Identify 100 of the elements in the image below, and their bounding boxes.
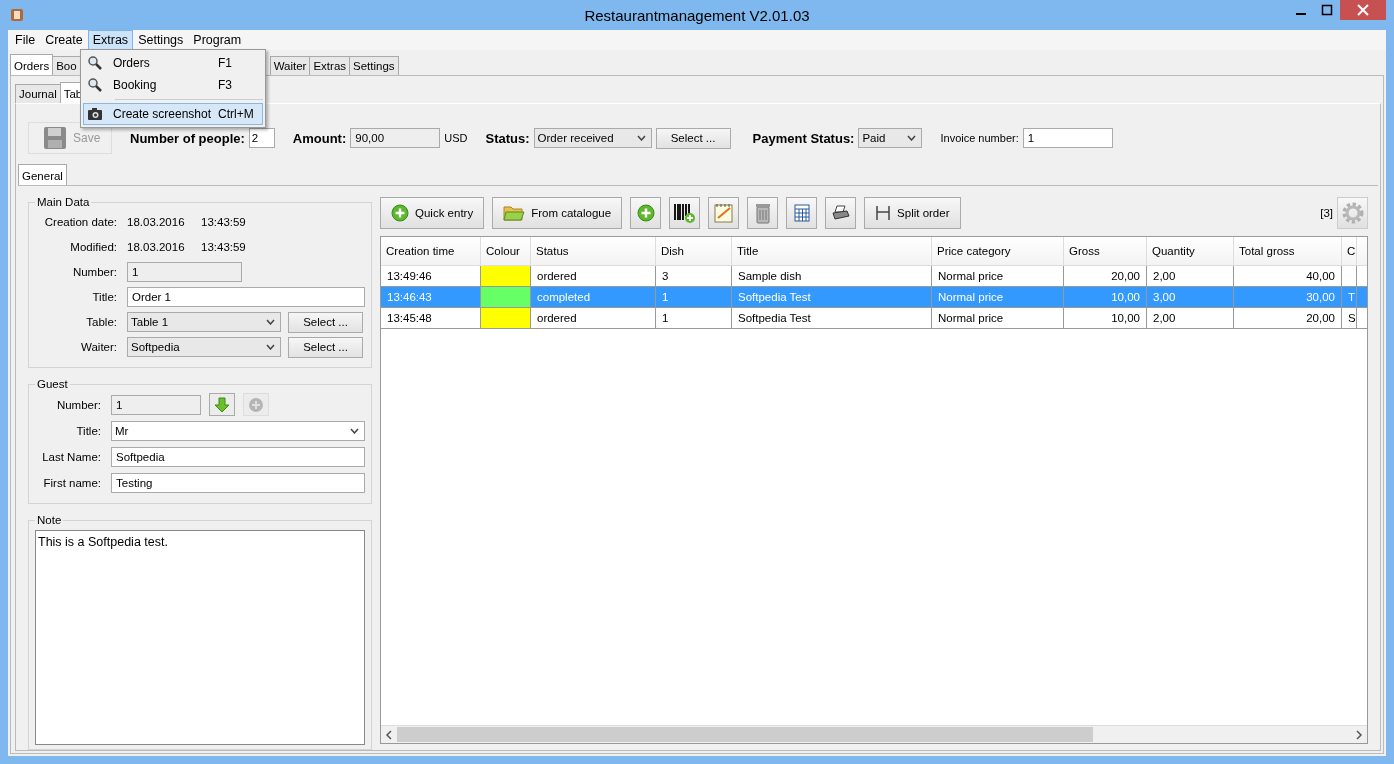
tab[interactable]: Waiter [269,56,311,75]
field-label: Number: [71,266,118,278]
menu-item[interactable]: Extras [87,30,134,50]
search-icon [87,77,103,93]
item-count: [3] [1320,207,1333,219]
table-cell: 10,00 [1064,308,1147,328]
table-cell: 40,00 [1234,266,1342,286]
folder-icon [503,204,526,222]
printer-button[interactable] [825,197,857,229]
plus-button[interactable] [630,197,662,229]
column-header[interactable]: Colour [481,237,531,265]
calculator-button[interactable] [786,197,818,229]
input-field[interactable]: Testing [111,472,365,493]
menu-item[interactable]: Create [40,30,88,50]
tab[interactable]: Settings [349,56,399,75]
input-field[interactable]: Order 1 [127,287,365,307]
column-header[interactable]: Total gross [1234,237,1342,265]
menu-entry[interactable]: Create screenshot Ctrl+M [83,103,263,125]
table-cell: 20,00 [1234,308,1342,328]
chevron-icon [266,344,275,350]
select-button[interactable]: Select ... [655,127,731,149]
group-title: Note [36,514,63,526]
select-button[interactable]: Select ... [288,336,363,358]
column-header[interactable]: Title [732,237,932,265]
currency-label: USD [444,132,468,144]
table-cell: Softpedia Test [732,287,932,307]
table-cell: Softpedia Test [732,308,932,328]
barcode-button[interactable] [669,197,701,229]
column-header[interactable]: Creation time [381,237,481,265]
close-button[interactable] [1340,0,1386,20]
trash-button[interactable] [747,197,779,229]
horizontal-scrollbar[interactable] [381,725,1367,743]
settings-icon [1340,201,1365,225]
chevron-icon [907,135,917,141]
group-title: Guest [36,378,69,390]
column-header[interactable]: Status [531,237,656,265]
chevron-icon [266,319,275,325]
field-label: First name: [42,476,102,489]
field-label: Number of people: [130,130,245,146]
tab[interactable]: General [18,164,67,185]
field-label: Table: [85,316,118,328]
table-cell: 1 [656,308,732,328]
toolbar-button[interactable]: Split order [864,197,961,229]
arrow-down-button[interactable] [209,393,235,416]
table-row[interactable]: 13:45:48 ordered 1 Softpedia Test Normal price 10,00 2,00 20,00 S [381,308,1367,329]
split-icon [875,204,892,222]
column-header[interactable]: Quantity [1147,237,1234,265]
toolbar-button[interactable]: Quick entry [380,197,485,229]
field-label: Number: [55,398,102,411]
field-label: Title: [91,291,118,303]
field-label: Status: [485,130,530,146]
scrollbar-thumb[interactable] [397,727,1094,742]
field-label: Payment Status: [752,130,855,146]
tab[interactable]: Extras [309,56,351,75]
input-field[interactable]: 1 [127,262,242,282]
input-field[interactable]: Softpedia [111,446,365,467]
search-icon [87,55,103,71]
input-field[interactable]: 1 [1022,128,1113,148]
table-cell: Normal price [932,266,1064,286]
select-button[interactable]: Select ... [288,311,363,333]
table-cell: 20,00 [1064,266,1147,286]
input-field[interactable]: 2 [248,128,275,148]
table-cell: 30,00 [1234,287,1342,307]
input-field[interactable]: 1 [111,394,201,415]
plus-icon [636,204,655,222]
trash-icon [753,202,772,224]
chevron-icon [350,427,359,434]
tab[interactable]: Boo [52,56,81,75]
table-cell: S [1342,308,1357,328]
tab[interactable]: Orders [10,54,54,75]
column-header[interactable]: Price category [932,237,1064,265]
menu-item[interactable]: Settings [133,30,189,50]
input-field[interactable]: 90,00 [350,128,441,148]
table-cell: 3 [656,266,732,286]
dropdown[interactable]: Softpedia [127,337,281,357]
column-header[interactable]: C [1342,237,1357,265]
toolbar-button[interactable]: From catalogue [492,197,623,229]
menu-item[interactable]: File [10,30,41,50]
barcode-icon [672,202,697,224]
tab[interactable]: Journal [15,84,61,103]
table-cell: Sample dish [732,266,932,286]
menu-item[interactable]: Program [188,30,247,50]
table-cell: 2,00 [1147,266,1234,286]
plus-icon [248,396,264,413]
group-title: Main Data [36,196,91,208]
notepad-icon [712,202,735,224]
note-text-area[interactable]: This is a Softpedia test. [35,530,365,745]
field-label: Invoice number: [940,132,1019,144]
settings-button[interactable] [1337,197,1368,229]
column-header[interactable]: Gross [1064,237,1147,265]
dropdown[interactable]: Paid [858,128,923,148]
dropdown[interactable]: Mr [111,420,365,441]
dropdown[interactable]: Order received [533,128,652,148]
notepad-button[interactable] [708,197,740,229]
menu-entry[interactable]: Orders F1 [83,52,263,74]
column-header[interactable]: Dish [656,237,732,265]
field-label: Waiter: [80,341,118,353]
chevron-icon [636,135,646,141]
field-label: Creation date: [43,216,118,228]
dropdown[interactable]: Table 1 [127,312,281,332]
